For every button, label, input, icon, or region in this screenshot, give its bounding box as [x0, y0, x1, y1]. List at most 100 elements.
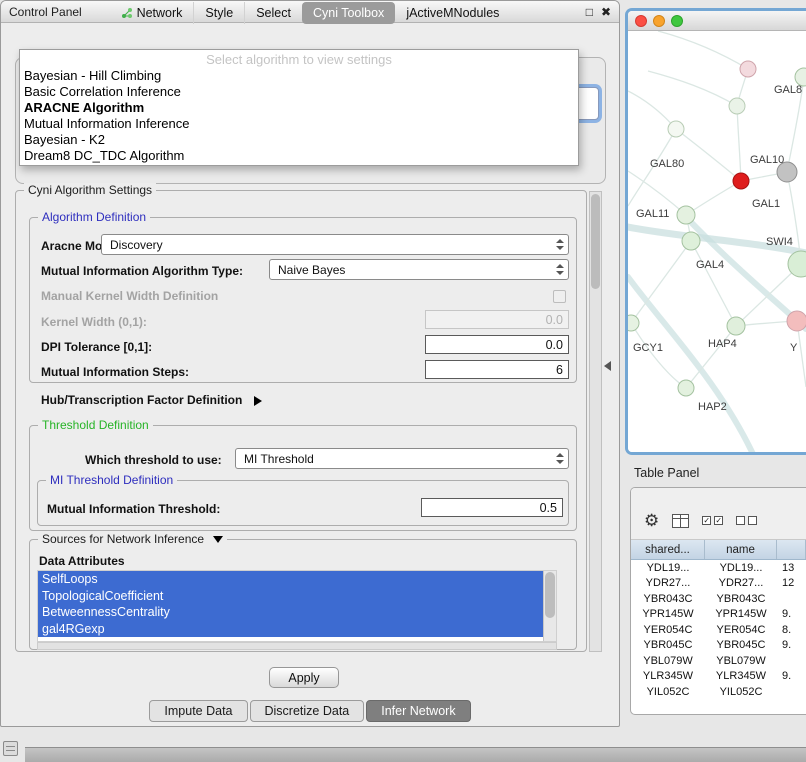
- bottom-panel-edge[interactable]: [25, 747, 806, 762]
- cell-name[interactable]: YBR043C: [705, 593, 777, 605]
- data-attributes-list[interactable]: SelfLoops TopologicalCoefficient Between…: [37, 570, 557, 642]
- group-title: Algorithm Definition: [38, 210, 150, 224]
- column-header-cut[interactable]: [777, 540, 806, 559]
- network-node[interactable]: [678, 380, 694, 396]
- tab-cyni-toolbox[interactable]: Cyni Toolbox: [302, 2, 395, 24]
- network-canvas[interactable]: GAL8 GAL80 GAL10 GAL11 GAL1 SWI4 GAL4 GC…: [628, 31, 806, 454]
- cell-value[interactable]: 12: [777, 577, 806, 589]
- table-row[interactable]: YDL19... YDL19... 13: [631, 560, 806, 576]
- list-item[interactable]: BetweennessCentrality: [38, 604, 543, 621]
- cyni-bottom-tabs: Impute Data Discretize Data Infer Networ…: [1, 700, 619, 722]
- cell-name[interactable]: YER054C: [705, 624, 777, 636]
- tab-infer-network[interactable]: Infer Network: [366, 700, 470, 722]
- network-node[interactable]: [677, 206, 695, 224]
- list-scrollbar[interactable]: [543, 571, 556, 641]
- cell-name[interactable]: YPR145W: [705, 608, 777, 620]
- column-header-name[interactable]: name: [705, 540, 777, 559]
- network-node[interactable]: [682, 232, 700, 250]
- mi-type-select[interactable]: Naive Bayes: [269, 259, 569, 280]
- table-row[interactable]: YBR043C YBR043C: [631, 591, 806, 607]
- restore-panel-icon[interactable]: [3, 741, 18, 756]
- unchecked-box-icon: [748, 516, 757, 525]
- minimize-traffic-light[interactable]: [653, 15, 665, 27]
- select-all-columns-icon[interactable]: ✓ ✓: [702, 516, 723, 525]
- settings-scrollbar[interactable]: [589, 191, 602, 652]
- table-row[interactable]: YLR345W YLR345W 9.: [631, 669, 806, 685]
- cell-name[interactable]: YDR27...: [705, 577, 777, 589]
- column-header-shared[interactable]: shared...: [631, 540, 705, 559]
- cell-name[interactable]: YLR345W: [705, 670, 777, 682]
- sources-toggle[interactable]: Sources for Network Inference: [38, 532, 227, 546]
- list-item[interactable]: SelfLoops: [38, 571, 543, 588]
- cell-shared[interactable]: YER054C: [631, 624, 705, 636]
- cell-value[interactable]: 9.: [777, 608, 806, 620]
- table-row[interactable]: YIL052C YIL052C: [631, 684, 806, 700]
- tab-style[interactable]: Style: [193, 2, 244, 24]
- node-label: Y: [790, 342, 798, 354]
- network-node[interactable]: [668, 121, 684, 137]
- cell-shared[interactable]: YDR27...: [631, 577, 705, 589]
- cell-value[interactable]: 9.: [777, 639, 806, 651]
- algorithm-option[interactable]: Basic Correlation Inference: [20, 84, 578, 100]
- network-node[interactable]: [740, 61, 756, 77]
- network-window-titlebar[interactable]: [628, 11, 806, 31]
- cell-value[interactable]: 13: [777, 562, 806, 574]
- cell-shared[interactable]: YBR045C: [631, 639, 705, 651]
- cell-shared[interactable]: YLR345W: [631, 670, 705, 682]
- mi-threshold-field[interactable]: 0.5: [421, 498, 563, 517]
- which-threshold-value: MI Threshold: [244, 452, 314, 466]
- table-row[interactable]: YBL079W YBL079W: [631, 653, 806, 669]
- cell-name[interactable]: YBL079W: [705, 655, 777, 667]
- network-node-pink[interactable]: [787, 311, 806, 331]
- cell-value[interactable]: 9.: [777, 670, 806, 682]
- algorithm-option-selected[interactable]: ARACNE Algorithm: [20, 100, 578, 116]
- list-item[interactable]: TopologicalCoefficient: [38, 588, 543, 605]
- mi-steps-field[interactable]: 6: [425, 360, 569, 379]
- list-item[interactable]: gal4RGexp: [38, 621, 543, 638]
- list-horizontal-scrollbar[interactable]: [37, 642, 557, 650]
- cell-name[interactable]: YDL19...: [705, 562, 777, 574]
- algorithm-option[interactable]: Mutual Information Inference: [20, 116, 578, 132]
- cell-shared[interactable]: YBR043C: [631, 593, 705, 605]
- which-threshold-select[interactable]: MI Threshold: [235, 448, 569, 469]
- algorithm-option[interactable]: Bayesian - K2: [20, 132, 578, 148]
- gear-icon[interactable]: ⚙: [644, 512, 659, 529]
- node-label: GAL10: [750, 154, 784, 166]
- cell-name[interactable]: YBR045C: [705, 639, 777, 651]
- deselect-all-columns-icon[interactable]: [736, 516, 757, 525]
- table-row[interactable]: YPR145W YPR145W 9.: [631, 607, 806, 623]
- table-row[interactable]: YDR27... YDR27... 12: [631, 576, 806, 592]
- cell-shared[interactable]: YBL079W: [631, 655, 705, 667]
- dpi-tolerance-field[interactable]: 0.0: [425, 335, 569, 354]
- columns-icon[interactable]: [672, 514, 689, 528]
- algorithm-option[interactable]: Bayesian - Hill Climbing: [20, 68, 578, 84]
- list-scrollbar-thumb[interactable]: [545, 572, 555, 618]
- tab-network[interactable]: Network: [110, 2, 194, 24]
- network-node[interactable]: [729, 98, 745, 114]
- cell-shared[interactable]: YPR145W: [631, 608, 705, 620]
- expand-right-icon: [254, 396, 262, 406]
- cell-name[interactable]: YIL052C: [705, 686, 777, 698]
- settings-scrollbar-thumb[interactable]: [591, 194, 600, 289]
- table-row[interactable]: YBR045C YBR045C 9.: [631, 638, 806, 654]
- cell-shared[interactable]: YDL19...: [631, 562, 705, 574]
- hub-definition-toggle[interactable]: Hub/Transcription Factor Definition: [41, 393, 262, 407]
- tab-select[interactable]: Select: [244, 2, 302, 24]
- zoom-traffic-light[interactable]: [671, 15, 683, 27]
- tab-jactivemnodules[interactable]: jActiveMNodules: [395, 2, 510, 24]
- network-node[interactable]: [628, 315, 639, 331]
- checked-box-icon: ✓: [702, 516, 711, 525]
- network-node[interactable]: [727, 317, 745, 335]
- tab-discretize-data[interactable]: Discretize Data: [250, 700, 365, 722]
- cell-shared[interactable]: YIL052C: [631, 686, 705, 698]
- cell-value[interactable]: 8.: [777, 624, 806, 636]
- tab-impute-data[interactable]: Impute Data: [149, 700, 247, 722]
- close-traffic-light[interactable]: [635, 15, 647, 27]
- algorithm-option[interactable]: Dream8 DC_TDC Algorithm: [20, 148, 578, 164]
- aracne-mode-select[interactable]: Discovery: [101, 234, 569, 255]
- panel-splitter-arrow-icon[interactable]: [604, 361, 611, 371]
- network-node-red[interactable]: [733, 173, 749, 189]
- table-row[interactable]: YER054C YER054C 8.: [631, 622, 806, 638]
- apply-button[interactable]: Apply: [269, 667, 339, 688]
- data-attributes-label: Data Attributes: [39, 554, 125, 568]
